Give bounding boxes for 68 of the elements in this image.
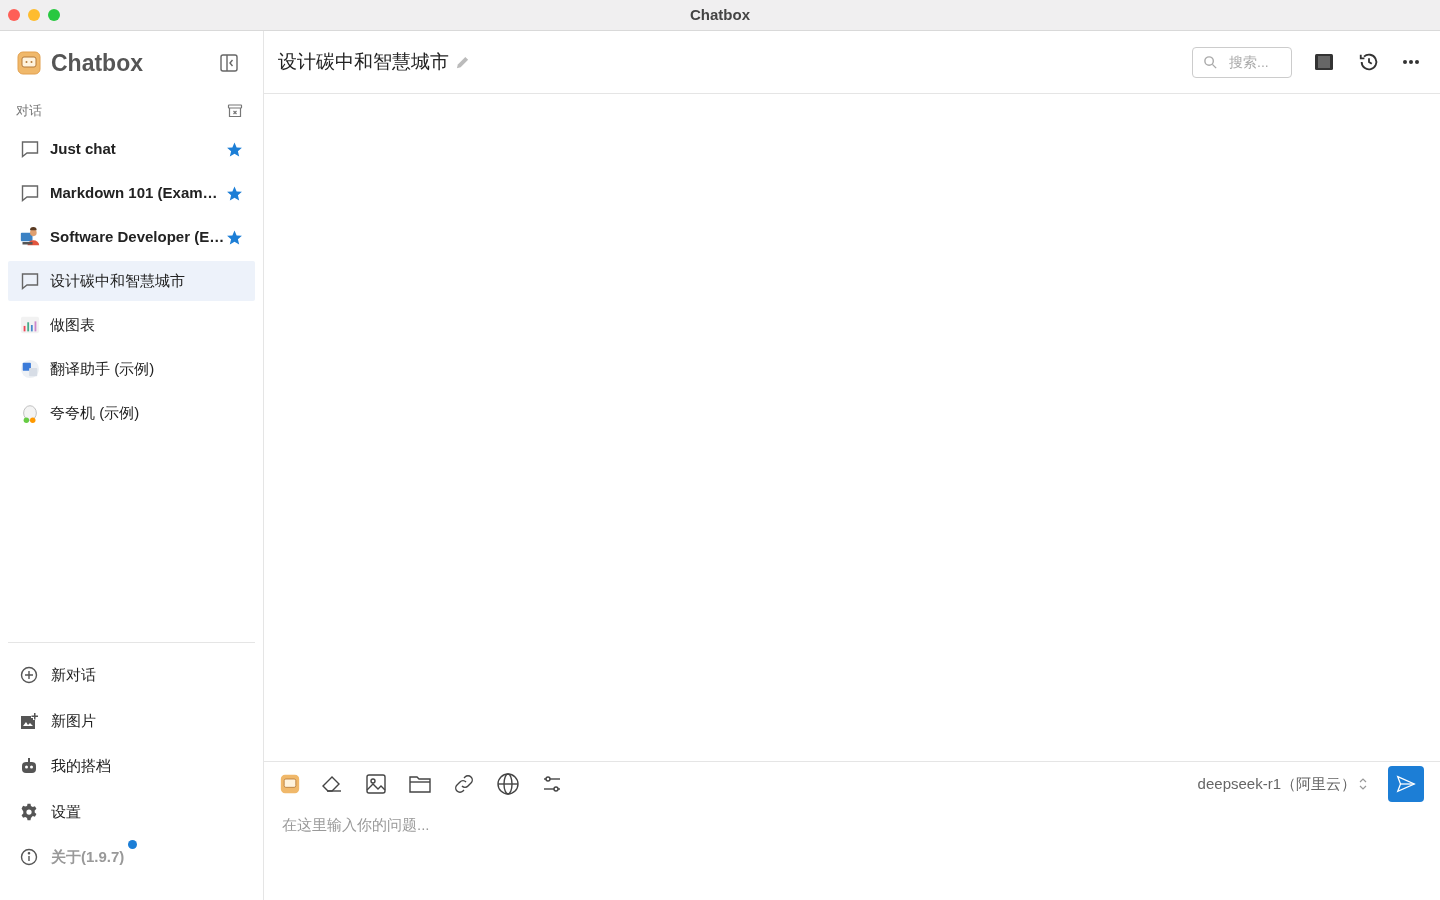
link-button[interactable] — [452, 772, 476, 796]
conversation-title: Software Developer (E… — [50, 226, 225, 247]
chat-bubble-icon — [20, 271, 40, 291]
window-title: Chatbox — [690, 4, 750, 25]
panel-icon — [1314, 53, 1334, 71]
search-icon — [1203, 54, 1218, 70]
menu-label: 设置 — [51, 801, 81, 822]
conversation-title: 夸夸机 (示例) — [50, 402, 140, 423]
conversation-title: Just chat — [50, 138, 116, 159]
close-window-button[interactable] — [8, 9, 20, 21]
conversation-item[interactable]: Markdown 101 (Exam… — [8, 173, 255, 213]
history-icon — [1358, 51, 1380, 73]
chatbox-logo-button[interactable] — [280, 774, 300, 794]
image-icon — [364, 772, 388, 796]
archive-button[interactable] — [227, 103, 243, 119]
more-icon — [1402, 59, 1420, 65]
globe-icon — [496, 772, 520, 796]
menu-item[interactable]: 新对话 — [12, 652, 251, 698]
history-button[interactable] — [1358, 51, 1380, 73]
sidebar-toggle-icon — [219, 53, 239, 73]
conversation-item[interactable]: 设计碳中和智慧城市 — [8, 261, 255, 301]
conversation-title: 设计碳中和智慧城市 — [278, 49, 449, 74]
add-image-icon — [20, 711, 38, 730]
collapse-sidebar-button[interactable] — [219, 53, 239, 73]
chevron-updown-icon — [1358, 777, 1368, 791]
link-icon — [452, 772, 476, 796]
send-button[interactable] — [1388, 766, 1424, 802]
conversation-title: 做图表 — [50, 314, 95, 335]
archive-icon — [227, 103, 243, 119]
menu-label: 我的搭档 — [51, 756, 111, 776]
menu-item[interactable]: 设置 — [12, 789, 251, 835]
chatbox-logo-icon — [280, 774, 300, 794]
conversation-item[interactable]: 翻译助手 (示例) — [8, 349, 255, 389]
menu-label: 新对话 — [51, 665, 96, 685]
star-icon[interactable] — [226, 140, 243, 158]
conversation-title: Markdown 101 (Exam… — [50, 182, 218, 203]
star-icon[interactable] — [226, 184, 243, 202]
message-input[interactable]: 在这里输入你的问题... — [280, 814, 1424, 900]
robot-icon — [20, 757, 38, 776]
bar-chart-icon — [20, 314, 40, 336]
image-button[interactable] — [364, 772, 388, 796]
chat-bubble-icon — [20, 183, 40, 203]
chatbox-logo-icon — [17, 51, 41, 75]
app-name: Chatbox — [51, 48, 143, 78]
conversation-item[interactable]: Software Developer (E… — [8, 217, 255, 257]
translate-icon — [20, 358, 40, 380]
add-circle-icon — [20, 666, 38, 685]
menu-label: 新图片 — [51, 710, 96, 731]
toolbar-button[interactable] — [1314, 53, 1334, 71]
menu-item[interactable]: 我的搭档 — [12, 743, 251, 789]
send-icon — [1395, 773, 1417, 795]
settings-icon — [20, 802, 38, 821]
conversation-title: 翻译助手 (示例) — [50, 358, 155, 379]
conversation-item[interactable]: 夸夸机 (示例) — [8, 393, 255, 433]
conversation-title: 设计碳中和智慧城市 — [50, 270, 185, 291]
star-icon[interactable] — [226, 228, 243, 246]
search-field[interactable]: 搜索... — [1192, 46, 1292, 78]
conversation-item[interactable]: 做图表 — [8, 305, 255, 345]
section-label: 对话 — [16, 102, 42, 121]
more-button[interactable] — [1402, 59, 1420, 65]
conversation-item[interactable]: Just chat — [8, 129, 255, 169]
info-icon — [20, 848, 38, 867]
menu-label: 关于(1.9.7) — [51, 846, 125, 869]
web-button[interactable] — [496, 772, 520, 796]
pencil-icon — [455, 54, 470, 70]
menu-item[interactable]: 新图片 — [12, 698, 251, 744]
model-selector[interactable]: deepseek-r1（阿里云） — [1197, 772, 1368, 796]
chat-bubble-icon — [20, 139, 40, 159]
